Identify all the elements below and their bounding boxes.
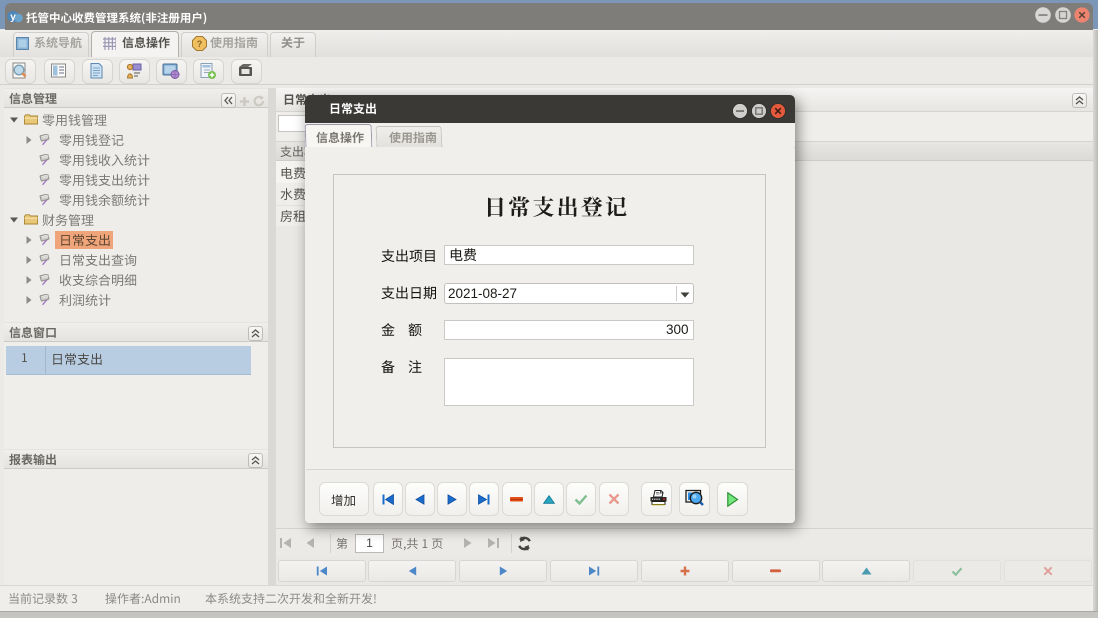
svg-text:?: ? — [197, 39, 203, 49]
svg-text:y: y — [10, 12, 16, 23]
